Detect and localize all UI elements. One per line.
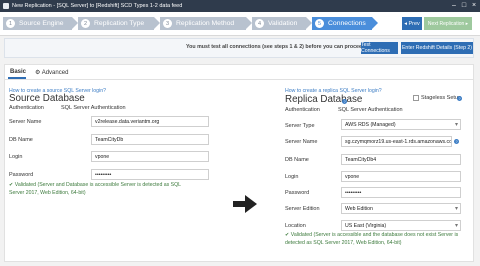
prev-button-label: Prev	[408, 20, 420, 27]
step-replication-type[interactable]: 2 Replication Type	[78, 17, 160, 30]
step-validation[interactable]: 4 Validation	[252, 17, 312, 30]
step-number: 2	[81, 19, 90, 28]
enter-redshift-details-button[interactable]: Enter Redshift Details (Step 2)	[401, 42, 473, 54]
replica-password-label: Password	[285, 190, 310, 196]
help-icon[interactable]: ?	[457, 96, 462, 101]
replica-login-label: Login	[285, 174, 299, 180]
source-password-label: Password	[9, 172, 34, 178]
step-number: 5	[315, 19, 324, 28]
replica-database-title: Replica Database	[285, 94, 363, 105]
test-connections-button[interactable]: Test Connections	[361, 42, 398, 54]
step-connections[interactable]: 5 Connections	[312, 17, 378, 30]
replica-auth-value: SQL Server Authentication	[338, 107, 403, 113]
replica-db-label: DB Name	[285, 157, 309, 163]
step-source-engine[interactable]: 1 Source Engine	[3, 17, 78, 30]
step-replication-method[interactable]: 3 Replication Method	[160, 17, 252, 30]
close-icon[interactable]: ×	[470, 2, 478, 10]
replica-db-input[interactable]: TeamCityDb4	[341, 154, 461, 165]
source-auth-value: SQL Server Authentication	[61, 105, 126, 111]
replica-edition-select[interactable]: Web Edition	[341, 203, 461, 214]
step-label: Replication Type	[94, 20, 145, 27]
replica-location-label: Location	[285, 223, 306, 229]
replica-login-input[interactable]: vpone	[341, 171, 461, 182]
source-server-input[interactable]: v2release.data.veriantm.org	[91, 116, 209, 127]
tab-advanced[interactable]: ⚙ Advanced	[35, 69, 68, 76]
gear-icon: ⚙	[35, 70, 42, 76]
step-label: Source Engine	[19, 20, 64, 27]
step-number: 3	[163, 19, 172, 28]
minimize-icon[interactable]: –	[450, 2, 458, 10]
source-password-input[interactable]: •••••••••	[91, 169, 209, 180]
replica-password-input[interactable]: •••••••••	[341, 187, 461, 198]
arrow-right-icon	[233, 195, 257, 213]
stageless-setup-label: Stageless Setup	[421, 95, 462, 101]
replica-server-type-label: Server Type	[285, 123, 315, 129]
replica-server-type-select[interactable]: AWS RDS (Managed)	[341, 119, 461, 130]
window-titlebar: New Replication - [SQL Server] to [Redsh…	[0, 0, 480, 12]
source-server-label: Server Name	[9, 119, 42, 125]
source-login-input[interactable]: vpone	[91, 151, 209, 162]
replica-server-input[interactable]: sg.czymqmorz19.us-east-1.rds.amazonaws.c…	[341, 136, 452, 147]
prev-button[interactable]: ◂ Prev	[402, 17, 422, 30]
help-icon[interactable]: ?	[342, 99, 347, 104]
step-number: 4	[255, 19, 264, 28]
step-number: 1	[6, 19, 15, 28]
replica-auth-label: Authentication	[285, 107, 320, 113]
source-validation-message: ✔ Validated (Server and Database is acce…	[9, 182, 181, 196]
source-database-title: Source Database	[9, 93, 85, 104]
replica-location-select[interactable]: US East (Virginia)	[341, 220, 461, 231]
chevron-right-icon: ▸	[464, 20, 469, 27]
replica-server-label: Server Name	[285, 139, 318, 145]
source-db-input[interactable]: TeamCityDb	[91, 134, 209, 145]
help-icon[interactable]: ?	[454, 139, 459, 144]
step-label: Validation	[268, 20, 298, 27]
next-replication-button[interactable]: Next Replication ▸	[424, 17, 472, 30]
source-login-label: Login	[9, 154, 23, 160]
replica-validation-message: ✔ Validated (Server is accessible and th…	[285, 232, 459, 246]
source-auth-label: Authentication	[9, 105, 44, 111]
source-db-label: DB Name	[9, 137, 33, 143]
tab-advanced-label: Advanced	[41, 70, 69, 76]
maximize-icon[interactable]: □	[460, 2, 468, 10]
replica-edition-label: Server Edition	[285, 206, 320, 212]
next-button-label: Next Replication	[427, 20, 465, 27]
step-label: Replication Method	[176, 20, 235, 27]
step-label: Connections	[328, 20, 366, 27]
tab-divider	[5, 79, 473, 80]
stageless-setup-checkbox[interactable]	[413, 95, 419, 101]
connection-warning-bar: You must test all connections (see steps…	[4, 38, 474, 58]
app-icon	[3, 3, 9, 9]
warning-message: You must test all connections (see steps…	[186, 44, 366, 50]
window-title: New Replication - [SQL Server] to [Redsh…	[12, 3, 183, 9]
tab-basic[interactable]: Basic	[10, 69, 26, 75]
connections-panel: Basic ⚙ Advanced How to create a source …	[4, 64, 474, 262]
